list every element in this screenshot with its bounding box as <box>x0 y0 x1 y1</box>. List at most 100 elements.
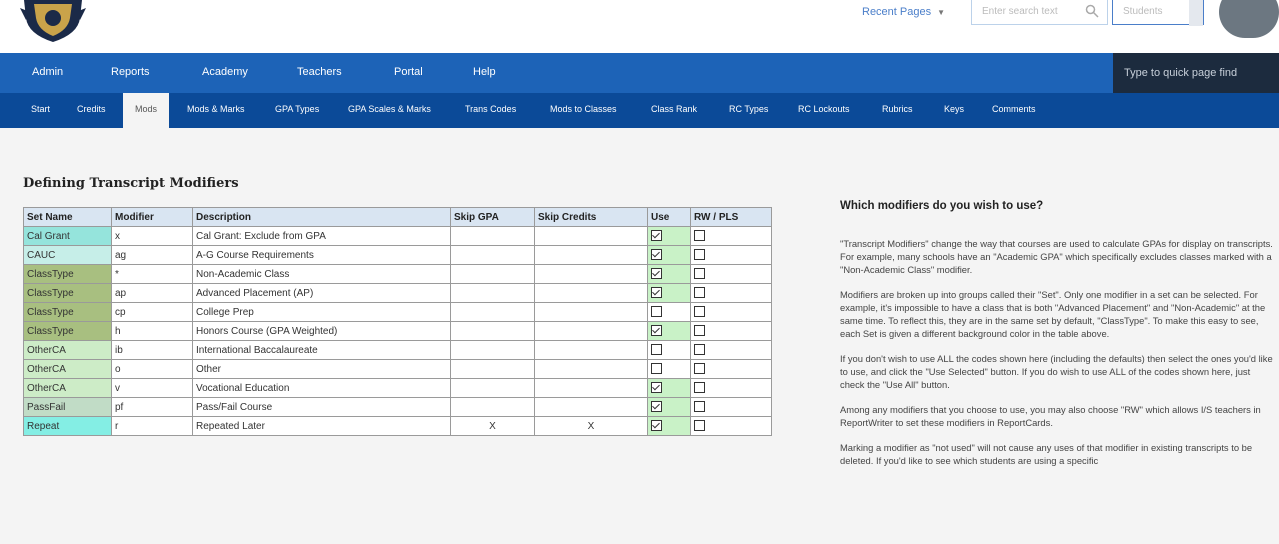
skip-gpa-cell <box>450 245 535 265</box>
subnav-gpa-types[interactable]: GPA Types <box>275 104 319 114</box>
subnav-class-rank[interactable]: Class Rank <box>651 104 697 114</box>
subnav-mods-marks[interactable]: Mods & Marks <box>187 104 245 114</box>
use-checkbox[interactable] <box>651 401 662 413</box>
subnav-mods-to-classes[interactable]: Mods to Classes <box>550 104 617 114</box>
top-header: Recent Pages ▼ Enter search text Students <box>0 0 1279 53</box>
rw-pls-checkbox[interactable] <box>694 249 705 261</box>
subnav-rubrics[interactable]: Rubrics <box>882 104 913 114</box>
col-description: Description <box>192 207 451 227</box>
search-placeholder: Enter search text <box>982 6 1058 17</box>
use-checkbox[interactable] <box>651 420 662 432</box>
recent-pages-menu[interactable]: Recent Pages ▼ <box>862 6 945 18</box>
use-checkbox[interactable] <box>651 306 662 318</box>
rw-pls-checkbox[interactable] <box>694 382 705 394</box>
search-scope-select[interactable]: Students <box>1112 0 1204 26</box>
use-cell <box>647 302 691 322</box>
use-cell <box>647 416 691 436</box>
skip-gpa-cell <box>450 302 535 322</box>
use-cell <box>647 359 691 379</box>
use-checkbox[interactable] <box>651 382 662 394</box>
subnav-start[interactable]: Start <box>31 104 50 114</box>
set-name-cell: OtherCA <box>23 340 112 360</box>
use-checkbox[interactable] <box>651 287 662 299</box>
subnav-keys[interactable]: Keys <box>944 104 964 114</box>
rw-pls-cell <box>690 340 772 360</box>
rw-pls-checkbox[interactable] <box>694 401 705 413</box>
set-name-cell: OtherCA <box>23 378 112 398</box>
description-cell: Advanced Placement (AP) <box>192 283 451 303</box>
use-checkbox[interactable] <box>651 249 662 261</box>
rw-pls-checkbox[interactable] <box>694 344 705 356</box>
table-header-row: Set Name Modifier Description Skip GPA S… <box>23 207 772 227</box>
rw-pls-checkbox[interactable] <box>694 325 705 337</box>
search-icon[interactable] <box>1085 4 1099 18</box>
description-cell: International Baccalaureate <box>192 340 451 360</box>
subnav-trans-codes[interactable]: Trans Codes <box>465 104 516 114</box>
modifier-cell: cp <box>111 302 193 322</box>
use-cell <box>647 245 691 265</box>
rw-pls-checkbox[interactable] <box>694 420 705 432</box>
rw-pls-checkbox[interactable] <box>694 287 705 299</box>
nav-admin[interactable]: Admin <box>32 66 63 78</box>
table-row: OtherCA ib International Baccalaureate <box>23 340 772 360</box>
set-name-cell: Cal Grant <box>23 226 112 246</box>
rw-pls-cell <box>690 321 772 341</box>
description-cell: A-G Course Requirements <box>192 245 451 265</box>
search-input[interactable]: Enter search text <box>971 0 1108 25</box>
table-row: OtherCA v Vocational Education <box>23 378 772 398</box>
quick-find-input[interactable]: Type to quick page find <box>1113 53 1279 93</box>
table-row: ClassType ap Advanced Placement (AP) <box>23 283 772 303</box>
use-checkbox[interactable] <box>651 363 662 375</box>
modifier-cell: ag <box>111 245 193 265</box>
nav-help[interactable]: Help <box>473 66 496 78</box>
skip-credits-cell <box>534 226 648 246</box>
rw-pls-cell <box>690 397 772 417</box>
modifier-cell: ib <box>111 340 193 360</box>
set-name-cell: CAUC <box>23 245 112 265</box>
modifier-cell: r <box>111 416 193 436</box>
subnav-comments[interactable]: Comments <box>992 104 1036 114</box>
user-avatar[interactable] <box>1219 0 1279 38</box>
subnav-gpa-scales-marks[interactable]: GPA Scales & Marks <box>348 104 431 114</box>
nav-reports[interactable]: Reports <box>111 66 150 78</box>
skip-gpa-cell <box>450 283 535 303</box>
description-cell: Other <box>192 359 451 379</box>
rw-pls-cell <box>690 283 772 303</box>
skip-credits-cell <box>534 321 648 341</box>
col-rw-pls: RW / PLS <box>690 207 772 227</box>
rw-pls-checkbox[interactable] <box>694 306 705 318</box>
description-cell: Non-Academic Class <box>192 264 451 284</box>
skip-credits-cell: X <box>534 416 648 436</box>
rw-pls-checkbox[interactable] <box>694 230 705 242</box>
rw-pls-checkbox[interactable] <box>694 268 705 280</box>
search-scope-value: Students <box>1123 6 1163 17</box>
sub-nav: Start Credits Mods Mods & Marks GPA Type… <box>0 93 1279 128</box>
skip-credits-cell <box>534 378 648 398</box>
use-checkbox[interactable] <box>651 268 662 280</box>
nav-teachers[interactable]: Teachers <box>297 66 342 78</box>
subnav-mods[interactable]: Mods <box>123 93 170 128</box>
quick-find-placeholder: Type to quick page find <box>1124 67 1238 79</box>
use-checkbox[interactable] <box>651 230 662 242</box>
rw-pls-checkbox[interactable] <box>694 363 705 375</box>
use-cell <box>647 264 691 284</box>
nav-portal[interactable]: Portal <box>394 66 423 78</box>
recent-pages-label: Recent Pages <box>862 6 932 18</box>
school-logo[interactable] <box>20 0 86 44</box>
table-row: ClassType * Non-Academic Class <box>23 264 772 284</box>
modifier-cell: ap <box>111 283 193 303</box>
use-checkbox[interactable] <box>651 344 662 356</box>
nav-academy[interactable]: Academy <box>202 66 248 78</box>
description-cell: Cal Grant: Exclude from GPA <box>192 226 451 246</box>
use-cell <box>647 226 691 246</box>
rw-pls-cell <box>690 302 772 322</box>
use-checkbox[interactable] <box>651 325 662 337</box>
subnav-rc-lockouts[interactable]: RC Lockouts <box>798 104 850 114</box>
table-row: Repeat r Repeated Later X X <box>23 416 772 436</box>
help-panel: Which modifiers do you wish to use? "Tra… <box>840 200 1276 479</box>
subnav-credits[interactable]: Credits <box>77 104 106 114</box>
subnav-rc-types[interactable]: RC Types <box>729 104 768 114</box>
help-paragraph: Marking a modifier as "not used" will no… <box>840 442 1253 466</box>
help-paragraph: Modifiers are broken up into groups call… <box>840 289 1266 339</box>
set-name-cell: OtherCA <box>23 359 112 379</box>
